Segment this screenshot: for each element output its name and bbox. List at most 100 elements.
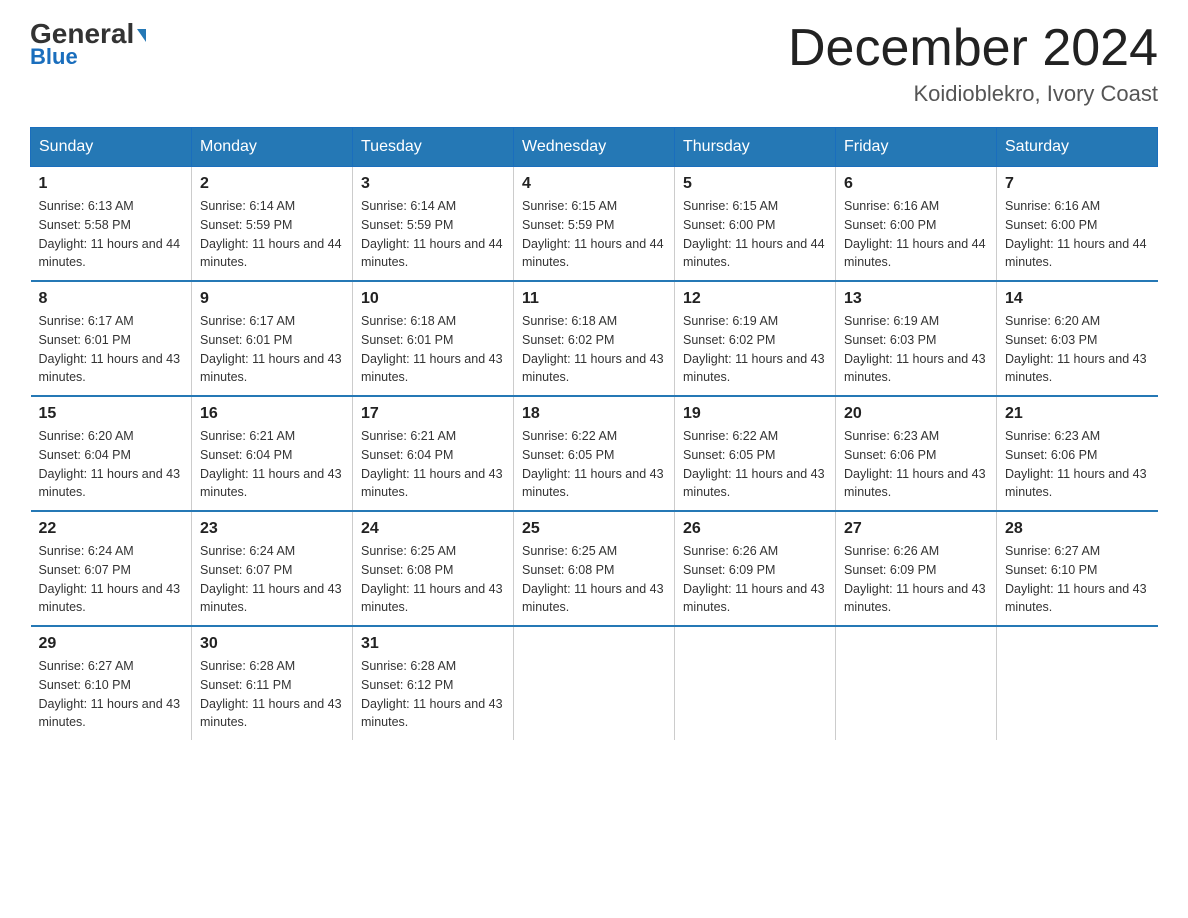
day-info: Sunrise: 6:16 AMSunset: 6:00 PMDaylight:… <box>844 197 988 272</box>
day-info: Sunrise: 6:21 AMSunset: 6:04 PMDaylight:… <box>361 427 505 502</box>
calendar-cell: 5 Sunrise: 6:15 AMSunset: 6:00 PMDaylight… <box>675 167 836 282</box>
day-info: Sunrise: 6:15 AMSunset: 5:59 PMDaylight:… <box>522 197 666 272</box>
day-number: 1 <box>39 175 184 193</box>
col-header-tuesday: Tuesday <box>353 128 514 167</box>
calendar-cell: 16 Sunrise: 6:21 AMSunset: 6:04 PMDayligh… <box>192 396 353 511</box>
day-info: Sunrise: 6:20 AMSunset: 6:04 PMDaylight:… <box>39 427 184 502</box>
day-number: 8 <box>39 290 184 308</box>
calendar-cell: 24 Sunrise: 6:25 AMSunset: 6:08 PMDayligh… <box>353 511 514 626</box>
day-number: 14 <box>1005 290 1150 308</box>
calendar-cell: 28Sunrise: 6:27 AMSunset: 6:10 PMDayligh… <box>997 511 1158 626</box>
month-title: December 2024 <box>788 20 1158 77</box>
calendar-header-row: SundayMondayTuesdayWednesdayThursdayFrid… <box>31 128 1158 167</box>
week-row-1: 1Sunrise: 6:13 AMSunset: 5:58 PMDaylight… <box>31 167 1158 282</box>
calendar-cell: 8 Sunrise: 6:17 AMSunset: 6:01 PMDaylight… <box>31 281 192 396</box>
day-number: 10 <box>361 290 505 308</box>
calendar-cell: 23 Sunrise: 6:24 AMSunset: 6:07 PMDayligh… <box>192 511 353 626</box>
day-number: 11 <box>522 290 666 308</box>
calendar-cell: 29 Sunrise: 6:27 AMSunset: 6:10 PMDayligh… <box>31 626 192 740</box>
calendar-cell: 27 Sunrise: 6:26 AMSunset: 6:09 PMDayligh… <box>836 511 997 626</box>
col-header-monday: Monday <box>192 128 353 167</box>
calendar-cell: 14 Sunrise: 6:20 AMSunset: 6:03 PMDayligh… <box>997 281 1158 396</box>
day-number: 20 <box>844 405 988 423</box>
day-number: 18 <box>522 405 666 423</box>
day-number: 27 <box>844 520 988 538</box>
calendar-cell: 7 Sunrise: 6:16 AMSunset: 6:00 PMDaylight… <box>997 167 1158 282</box>
day-number: 21 <box>1005 405 1150 423</box>
calendar-cell <box>836 626 997 740</box>
col-header-thursday: Thursday <box>675 128 836 167</box>
day-info: Sunrise: 6:26 AMSunset: 6:09 PMDaylight:… <box>844 542 988 617</box>
day-number: 7 <box>1005 175 1150 193</box>
day-info: Sunrise: 6:28 AMSunset: 6:11 PMDaylight:… <box>200 657 344 732</box>
day-number: 30 <box>200 635 344 653</box>
calendar-cell: 4 Sunrise: 6:15 AMSunset: 5:59 PMDaylight… <box>514 167 675 282</box>
page-header: General Blue December 2024 Koidioblekro,… <box>30 20 1158 107</box>
logo: General Blue <box>30 20 146 70</box>
calendar-cell: 15 Sunrise: 6:20 AMSunset: 6:04 PMDayligh… <box>31 396 192 511</box>
day-info: Sunrise: 6:22 AMSunset: 6:05 PMDaylight:… <box>522 427 666 502</box>
day-number: 24 <box>361 520 505 538</box>
day-info: Sunrise: 6:25 AMSunset: 6:08 PMDaylight:… <box>361 542 505 617</box>
day-info: Sunrise: 6:25 AMSunset: 6:08 PMDaylight:… <box>522 542 666 617</box>
day-number: 28 <box>1005 520 1150 538</box>
day-info: Sunrise: 6:14 AMSunset: 5:59 PMDaylight:… <box>361 197 505 272</box>
day-number: 9 <box>200 290 344 308</box>
calendar-cell <box>675 626 836 740</box>
day-number: 5 <box>683 175 827 193</box>
day-number: 2 <box>200 175 344 193</box>
day-info: Sunrise: 6:19 AMSunset: 6:02 PMDaylight:… <box>683 312 827 387</box>
calendar-cell: 21 Sunrise: 6:23 AMSunset: 6:06 PMDayligh… <box>997 396 1158 511</box>
day-number: 22 <box>39 520 184 538</box>
day-info: Sunrise: 6:18 AMSunset: 6:01 PMDaylight:… <box>361 312 505 387</box>
calendar-cell: 22Sunrise: 6:24 AMSunset: 6:07 PMDayligh… <box>31 511 192 626</box>
location-label: Koidioblekro, Ivory Coast <box>788 81 1158 107</box>
day-info: Sunrise: 6:22 AMSunset: 6:05 PMDaylight:… <box>683 427 827 502</box>
day-number: 4 <box>522 175 666 193</box>
calendar-cell: 3 Sunrise: 6:14 AMSunset: 5:59 PMDaylight… <box>353 167 514 282</box>
logo-line2: Blue <box>30 44 78 70</box>
calendar-cell: 1Sunrise: 6:13 AMSunset: 5:58 PMDaylight… <box>31 167 192 282</box>
day-info: Sunrise: 6:24 AMSunset: 6:07 PMDaylight:… <box>200 542 344 617</box>
calendar-cell: 26Sunrise: 6:26 AMSunset: 6:09 PMDayligh… <box>675 511 836 626</box>
calendar-cell: 11 Sunrise: 6:18 AMSunset: 6:02 PMDayligh… <box>514 281 675 396</box>
week-row-3: 15 Sunrise: 6:20 AMSunset: 6:04 PMDayligh… <box>31 396 1158 511</box>
day-info: Sunrise: 6:28 AMSunset: 6:12 PMDaylight:… <box>361 657 505 732</box>
day-info: Sunrise: 6:17 AMSunset: 6:01 PMDaylight:… <box>39 312 184 387</box>
day-number: 12 <box>683 290 827 308</box>
calendar-cell: 13 Sunrise: 6:19 AMSunset: 6:03 PMDayligh… <box>836 281 997 396</box>
day-info: Sunrise: 6:15 AMSunset: 6:00 PMDaylight:… <box>683 197 827 272</box>
day-info: Sunrise: 6:26 AMSunset: 6:09 PMDaylight:… <box>683 542 827 617</box>
day-number: 15 <box>39 405 184 423</box>
day-number: 16 <box>200 405 344 423</box>
day-number: 31 <box>361 635 505 653</box>
col-header-wednesday: Wednesday <box>514 128 675 167</box>
day-number: 17 <box>361 405 505 423</box>
day-info: Sunrise: 6:23 AMSunset: 6:06 PMDaylight:… <box>1005 427 1150 502</box>
calendar-cell: 31 Sunrise: 6:28 AMSunset: 6:12 PMDayligh… <box>353 626 514 740</box>
day-info: Sunrise: 6:21 AMSunset: 6:04 PMDaylight:… <box>200 427 344 502</box>
calendar-cell: 10 Sunrise: 6:18 AMSunset: 6:01 PMDayligh… <box>353 281 514 396</box>
day-number: 3 <box>361 175 505 193</box>
calendar-cell <box>997 626 1158 740</box>
calendar-cell: 25Sunrise: 6:25 AMSunset: 6:08 PMDayligh… <box>514 511 675 626</box>
day-number: 29 <box>39 635 184 653</box>
day-number: 13 <box>844 290 988 308</box>
day-info: Sunrise: 6:17 AMSunset: 6:01 PMDaylight:… <box>200 312 344 387</box>
title-section: December 2024 Koidioblekro, Ivory Coast <box>788 20 1158 107</box>
day-info: Sunrise: 6:18 AMSunset: 6:02 PMDaylight:… <box>522 312 666 387</box>
day-info: Sunrise: 6:16 AMSunset: 6:00 PMDaylight:… <box>1005 197 1150 272</box>
calendar-cell <box>514 626 675 740</box>
day-info: Sunrise: 6:20 AMSunset: 6:03 PMDaylight:… <box>1005 312 1150 387</box>
week-row-2: 8 Sunrise: 6:17 AMSunset: 6:01 PMDaylight… <box>31 281 1158 396</box>
day-number: 19 <box>683 405 827 423</box>
col-header-friday: Friday <box>836 128 997 167</box>
week-row-4: 22 Sunrise: 6:24 AMSunset: 6:07 PMDayligh… <box>31 511 1158 626</box>
calendar-cell: 20Sunrise: 6:23 AMSunset: 6:06 PMDayligh… <box>836 396 997 511</box>
week-row-5: 29 Sunrise: 6:27 AMSunset: 6:10 PMDayligh… <box>31 626 1158 740</box>
day-info: Sunrise: 6:19 AMSunset: 6:03 PMDaylight:… <box>844 312 988 387</box>
day-info: Sunrise: 6:27 AMSunset: 6:10 PMDaylight:… <box>39 657 184 732</box>
day-number: 23 <box>200 520 344 538</box>
calendar-cell: 17 Sunrise: 6:21 AMSunset: 6:04 PMDayligh… <box>353 396 514 511</box>
day-info: Sunrise: 6:14 AMSunset: 5:59 PMDaylight:… <box>200 197 344 272</box>
